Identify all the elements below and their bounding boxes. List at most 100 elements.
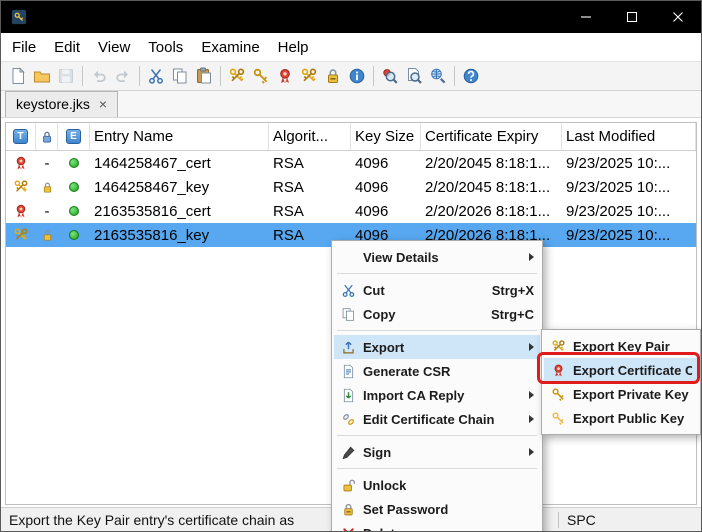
- copy-icon: [171, 67, 189, 85]
- set-password-icon: [341, 502, 356, 517]
- menu-item-icon-slot: [337, 445, 359, 460]
- context-menu-item-view-details[interactable]: View Details: [334, 245, 540, 269]
- menu-item-icon-slot: [547, 339, 569, 354]
- menubar-item-tools[interactable]: Tools: [139, 36, 192, 59]
- submenu-item-export-private-key[interactable]: Export Private Key: [544, 382, 698, 406]
- open-keystore-button[interactable]: [30, 64, 54, 88]
- menu-item-label: View Details: [359, 250, 523, 265]
- context-menu-item-import-ca-reply[interactable]: Import CA Reply: [334, 383, 540, 407]
- paste-button[interactable]: [192, 64, 216, 88]
- properties-button[interactable]: [345, 64, 369, 88]
- column-header-lock[interactable]: [36, 123, 58, 150]
- column-label: Key Size: [355, 128, 414, 145]
- help-button[interactable]: [459, 64, 483, 88]
- toolbar-separator: [454, 66, 455, 86]
- generate-secret-key-button[interactable]: [249, 64, 273, 88]
- status-separator: [558, 512, 559, 528]
- context-menu-item-copy[interactable]: CopyStrg+C: [334, 302, 540, 326]
- context-menu-item-export[interactable]: Export: [334, 335, 540, 359]
- new-keystore-button[interactable]: [6, 64, 30, 88]
- examine-crl-icon: [405, 67, 423, 85]
- import-key-pair-button[interactable]: [297, 64, 321, 88]
- undo-button[interactable]: [87, 64, 111, 88]
- tab-close-icon[interactable]: ×: [99, 97, 107, 111]
- menu-bar: FileEditViewToolsExamineHelp: [1, 33, 701, 61]
- menu-item-icon-slot: [337, 340, 359, 355]
- cell-certificate-expiry: 2/20/2045 8:18:1...: [421, 175, 562, 199]
- cell-type: [6, 175, 36, 199]
- open-keystore-icon: [33, 67, 51, 85]
- import-key-pair-icon: [300, 67, 318, 85]
- generate-key-pair-button[interactable]: [225, 64, 249, 88]
- tab-label: keystore.jks: [16, 96, 90, 112]
- cell-expiry-status: [58, 151, 90, 175]
- maximize-button[interactable]: [609, 1, 655, 33]
- context-menu-item-delete[interactable]: Delete: [334, 521, 540, 532]
- menubar-item-edit[interactable]: Edit: [45, 36, 89, 59]
- export-submenu: Export Key PairExport Certificate ChainE…: [541, 329, 701, 435]
- submenu-arrow-icon: [529, 391, 534, 399]
- column-header-key-size[interactable]: Key Size: [351, 123, 421, 150]
- cut-icon: [341, 283, 356, 298]
- cell-algorithm: RSA: [269, 175, 351, 199]
- save-keystore-icon: [57, 67, 75, 85]
- public-key-icon: [551, 411, 566, 426]
- table-row-2163535816-cert[interactable]: -2163535816_certRSA40962/20/2026 8:18:1.…: [6, 199, 696, 223]
- cell-lock: -: [36, 151, 58, 175]
- submenu-item-export-key-pair[interactable]: Export Key Pair: [544, 334, 698, 358]
- submenu-item-export-certificate-chain[interactable]: Export Certificate Chain: [544, 358, 698, 382]
- export-icon: [341, 340, 356, 355]
- unlock-dash: -: [45, 203, 50, 220]
- examine-ssl-button[interactable]: [426, 64, 450, 88]
- set-password-button[interactable]: [321, 64, 345, 88]
- submenu-item-export-public-key[interactable]: Export Public Key: [544, 406, 698, 430]
- column-header-type[interactable]: T: [6, 123, 36, 150]
- cell-algorithm: RSA: [269, 151, 351, 175]
- copy-button[interactable]: [168, 64, 192, 88]
- context-menu: View Details CutStrg+XCopyStrg+C ExportGen…: [331, 240, 543, 532]
- menu-shortcut: Strg+X: [480, 283, 534, 298]
- cut-button[interactable]: [144, 64, 168, 88]
- menu-shortcut: Strg+C: [479, 307, 534, 322]
- menubar-item-help[interactable]: Help: [269, 36, 318, 59]
- examine-certificate-icon: [381, 67, 399, 85]
- key-pair-icon: [551, 339, 566, 354]
- toolbar-separator: [373, 66, 374, 86]
- context-menu-item-sign[interactable]: Sign: [334, 440, 540, 464]
- table-header: T EEntry NameAlgorit...Key Size Certificat…: [6, 123, 696, 151]
- examine-crl-button[interactable]: [402, 64, 426, 88]
- cell-lock: -: [36, 199, 58, 223]
- column-header-algorithm[interactable]: Algorit...: [269, 123, 351, 150]
- column-header-certificate-expiry[interactable]: Certificate Expiry: [421, 123, 562, 150]
- context-menu-item-set-password[interactable]: Set Password: [334, 497, 540, 521]
- close-button[interactable]: [655, 1, 701, 33]
- tab-keystore-jks[interactable]: keystore.jks ×: [5, 91, 118, 117]
- toolbar-separator: [220, 66, 221, 86]
- examine-certificate-button[interactable]: [378, 64, 402, 88]
- save-keystore-button[interactable]: [54, 64, 78, 88]
- cell-expiry-status: [58, 175, 90, 199]
- submenu-arrow-icon: [529, 253, 534, 261]
- redo-button[interactable]: [111, 64, 135, 88]
- minimize-button[interactable]: [563, 1, 609, 33]
- table-row-1464258467-cert[interactable]: -1464258467_certRSA40962/20/2045 8:18:1.…: [6, 151, 696, 175]
- minimize-icon: [581, 12, 591, 22]
- import-trusted-certificate-button[interactable]: [273, 64, 297, 88]
- cell-entry-name: 1464258467_cert: [90, 151, 269, 175]
- context-menu-item-edit-certificate-chain[interactable]: Edit Certificate Chain: [334, 407, 540, 431]
- menubar-item-view[interactable]: View: [89, 36, 139, 59]
- context-menu-item-unlock[interactable]: Unlock: [334, 473, 540, 497]
- column-type-icon: T: [13, 129, 28, 144]
- column-header-last-modified[interactable]: Last Modified: [562, 123, 696, 150]
- table-body: -1464258467_certRSA40962/20/2045 8:18:1.…: [6, 151, 696, 247]
- context-menu-item-cut[interactable]: CutStrg+X: [334, 278, 540, 302]
- menu-item-label: Edit Certificate Chain: [359, 412, 523, 427]
- lock-icon: [41, 229, 54, 242]
- menubar-item-file[interactable]: File: [3, 36, 45, 59]
- column-header-entry-name[interactable]: Entry Name: [90, 123, 269, 150]
- table-row-1464258467-key[interactable]: 1464258467_keyRSA40962/20/2045 8:18:1...…: [6, 175, 696, 199]
- context-menu-item-generate-csr[interactable]: Generate CSR: [334, 359, 540, 383]
- column-header-expiry[interactable]: E: [58, 123, 90, 150]
- menubar-item-examine[interactable]: Examine: [192, 36, 268, 59]
- new-keystore-icon: [9, 67, 27, 85]
